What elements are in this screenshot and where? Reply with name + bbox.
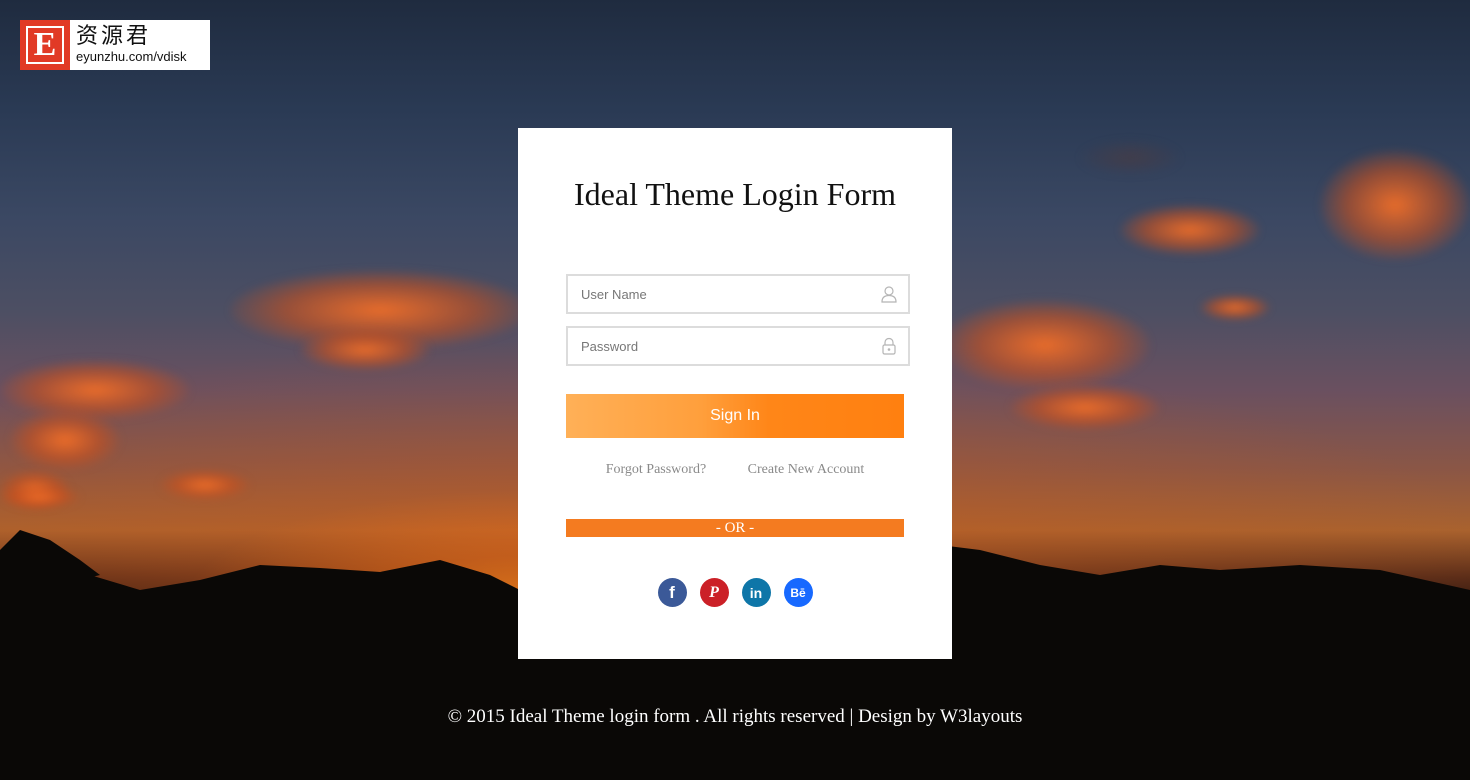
background-cloud: [1200, 295, 1270, 320]
background-cloud: [0, 486, 80, 508]
linkedin-icon[interactable]: in: [741, 578, 771, 607]
account-links: Forgot Password? Create New Account: [518, 462, 952, 478]
background-cloud: [1320, 150, 1470, 260]
social-links: f P in Bē: [518, 578, 952, 607]
logo-letter: E: [26, 26, 64, 64]
background-cloud: [1080, 140, 1180, 175]
create-account-link[interactable]: Create New Account: [748, 462, 865, 477]
username-input[interactable]: [568, 276, 871, 312]
site-logo[interactable]: E 资源君 eyunzhu.com/vdisk: [20, 20, 210, 70]
password-input[interactable]: [568, 328, 871, 364]
behance-icon[interactable]: Bē: [783, 578, 813, 607]
logo-name: 资源君: [76, 24, 152, 49]
username-field: [566, 274, 910, 314]
background-cloud: [10, 410, 120, 470]
background-cloud: [0, 360, 190, 420]
footer-copyright: © 2015 Ideal Theme login form . All righ…: [447, 706, 1023, 727]
logo-text: 资源君 eyunzhu.com/vdisk: [70, 20, 187, 70]
background-cloud: [160, 470, 250, 500]
background-cloud: [300, 330, 430, 370]
logo-url: eyunzhu.com/vdisk: [76, 49, 187, 64]
background-cloud: [940, 300, 1150, 390]
or-divider: - OR -: [566, 519, 904, 537]
password-field: [566, 326, 910, 366]
sign-in-button[interactable]: Sign In: [566, 394, 904, 438]
form-title: Ideal Theme Login Form: [574, 176, 896, 212]
facebook-icon[interactable]: f: [657, 578, 687, 607]
user-icon: [880, 285, 898, 303]
login-card: Ideal Theme Login Form Sign In Forgot Pa…: [518, 128, 952, 659]
logo-mark: E: [20, 20, 70, 70]
background-cloud: [1010, 385, 1160, 430]
forgot-password-link[interactable]: Forgot Password?: [606, 462, 706, 477]
lock-icon: [880, 337, 898, 355]
pinterest-icon[interactable]: P: [699, 578, 729, 607]
background-cloud: [1120, 205, 1260, 255]
